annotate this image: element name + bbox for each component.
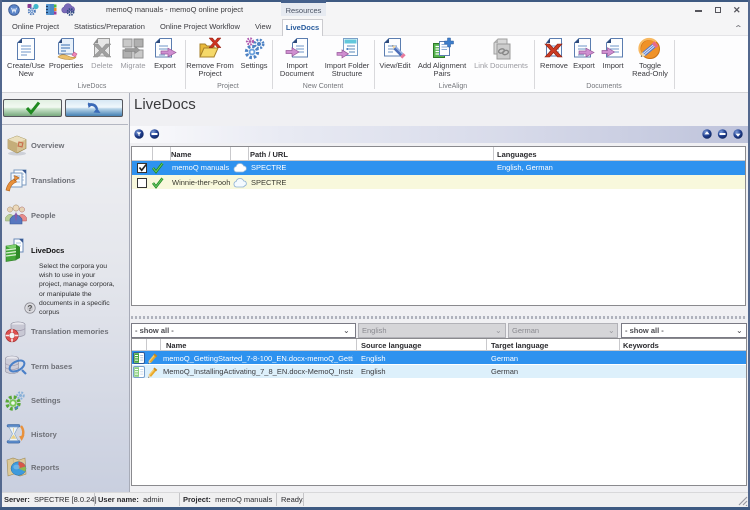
svg-text:?: ? bbox=[28, 304, 33, 313]
